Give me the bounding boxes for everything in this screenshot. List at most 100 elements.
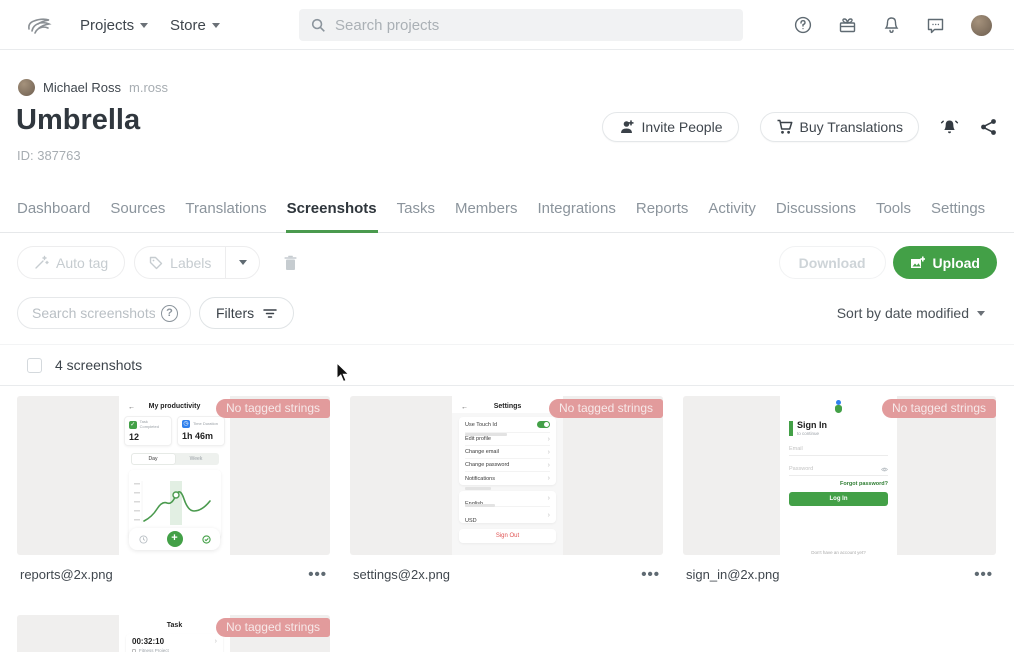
crowdin-logo-icon[interactable] [26,13,52,37]
card-menu-icon[interactable]: ••• [974,570,993,580]
chevron-right-icon: › [548,513,550,518]
screenshot-thumbnail[interactable]: ← Settings Use Touch Id Edit profile› [350,396,663,555]
gift-icon[interactable] [838,16,857,34]
owner-avatar [18,79,35,96]
magic-wand-icon [34,255,49,270]
mock-setting-value: USD [465,518,477,524]
tab-reports[interactable]: Reports [635,196,690,233]
screenshot-thumbnail[interactable]: ← My productivity ✓ Task Completed 12 [17,396,330,555]
mock-title: Task [167,622,182,629]
tab-sources[interactable]: Sources [109,196,166,233]
cart-icon [776,119,793,135]
screenshot-thumbnail[interactable]: Task ⋯ 00:32:10 › Fitness Project No tag… [17,615,330,652]
no-tagged-strings-badge: No tagged strings [549,399,663,418]
mock-stat-value: 1h 46m [182,431,220,441]
auto-tag-label: Auto tag [56,255,108,271]
tab-tools[interactable]: Tools [875,196,912,233]
labels-label: Labels [170,255,211,271]
mock-stat-card: ✓ Task Completed 12 [124,416,172,446]
messages-icon[interactable] [926,17,945,34]
project-actions: Invite People Buy Translations [602,112,997,142]
chevron-right-icon: › [215,639,217,644]
search-screenshots-input[interactable] [32,305,155,321]
share-icon[interactable] [980,118,997,136]
delete-icon[interactable] [283,255,298,271]
search-projects-input[interactable] [335,17,731,34]
screenshot-grid-row2: Task ⋯ 00:32:10 › Fitness Project No tag… [17,615,330,652]
user-avatar[interactable] [971,15,992,36]
labels-button[interactable]: Labels [135,247,225,278]
screenshot-filename[interactable]: reports@2x.png [20,567,113,582]
clock-icon [139,535,148,544]
filters-button[interactable]: Filters [199,297,294,329]
text-blur [465,504,495,507]
nav-projects-label: Projects [80,17,134,34]
labels-split-button: Labels [134,246,260,279]
labels-dropdown-button[interactable] [225,247,259,278]
chevron-right-icon: › [548,437,550,442]
screenshot-thumbnail[interactable]: Sign In to continue Email Password [683,396,996,555]
tag-icon [149,256,163,270]
nav-store-menu[interactable]: Store [170,0,220,50]
tab-settings[interactable]: Settings [930,196,986,233]
notifications-bell-icon[interactable] [883,16,900,34]
sort-dropdown[interactable]: Sort by date modified [837,305,985,321]
screenshot-search: ? [17,297,191,329]
chevron-down-icon [212,23,220,28]
tab-translations[interactable]: Translations [184,196,267,233]
tab-discussions[interactable]: Discussions [775,196,857,233]
tab-members[interactable]: Members [454,196,519,233]
mock-login-button: Log In [789,492,888,506]
watch-bell-icon[interactable] [940,118,959,136]
chevron-down-icon [239,260,247,265]
tab-dashboard[interactable]: Dashboard [16,196,91,233]
chevron-right-icon: › [548,450,550,455]
project-title: Umbrella [16,104,140,137]
mock-title: Settings [494,403,522,410]
mock-setting-label: Edit profile [465,436,491,442]
nav-projects-menu[interactable]: Projects [80,0,148,50]
phone-mock: Sign In to continue Email Password [780,396,897,555]
screenshot-grid-row1: ← My productivity ✓ Task Completed 12 [17,396,996,582]
app-logo-icon [832,400,845,413]
mock-setting-label: Change password [465,462,509,468]
download-button[interactable]: Download [779,246,886,279]
auto-tag-button[interactable]: Auto tag [17,246,125,279]
screenshot-card-task: Task ⋯ 00:32:10 › Fitness Project No tag… [17,615,330,652]
upload-button[interactable]: Upload [893,246,997,279]
chevron-right-icon: › [548,496,550,501]
tab-screenshots[interactable]: Screenshots [286,196,378,233]
project-id: ID: 387763 [17,148,81,163]
help-icon[interactable] [794,16,812,34]
screenshot-card-reports: ← My productivity ✓ Task Completed 12 [17,396,330,582]
project-owner[interactable]: Michael Ross m.ross [18,79,168,96]
invite-people-label: Invite People [642,119,723,135]
chevron-right-icon: › [548,476,550,481]
tab-integrations[interactable]: Integrations [536,196,616,233]
text-blur [465,487,491,490]
toggle-on-icon [537,421,550,428]
select-all-checkbox[interactable] [27,358,42,373]
mock-sign-out: Sign Out [465,529,550,543]
tab-tasks[interactable]: Tasks [396,196,436,233]
mock-title: My productivity [149,403,201,410]
navbar-right-icons [794,0,992,50]
screenshot-filename[interactable]: sign_in@2x.png [686,567,779,582]
card-menu-icon[interactable]: ••• [308,570,327,580]
help-circle-icon[interactable]: ? [161,305,178,322]
filter-lines-icon [263,308,277,319]
no-tagged-strings-badge: No tagged strings [216,399,330,418]
screenshot-card-settings: ← Settings Use Touch Id Edit profile› [350,396,663,582]
mock-title: Sign In [797,421,827,430]
tab-activity[interactable]: Activity [707,196,757,233]
no-tagged-strings-badge: No tagged strings [216,618,330,637]
filters-label: Filters [216,305,254,321]
mock-setting-label: Use Touch Id [465,422,497,428]
mock-password-field: Password [789,466,813,472]
buy-translations-button[interactable]: Buy Translations [760,112,920,142]
invite-people-button[interactable]: Invite People [602,112,739,142]
mock-forgot-link: Forgot password? [789,481,888,487]
chevron-down-icon [140,23,148,28]
screenshot-filename[interactable]: settings@2x.png [353,567,450,582]
card-menu-icon[interactable]: ••• [641,570,660,580]
